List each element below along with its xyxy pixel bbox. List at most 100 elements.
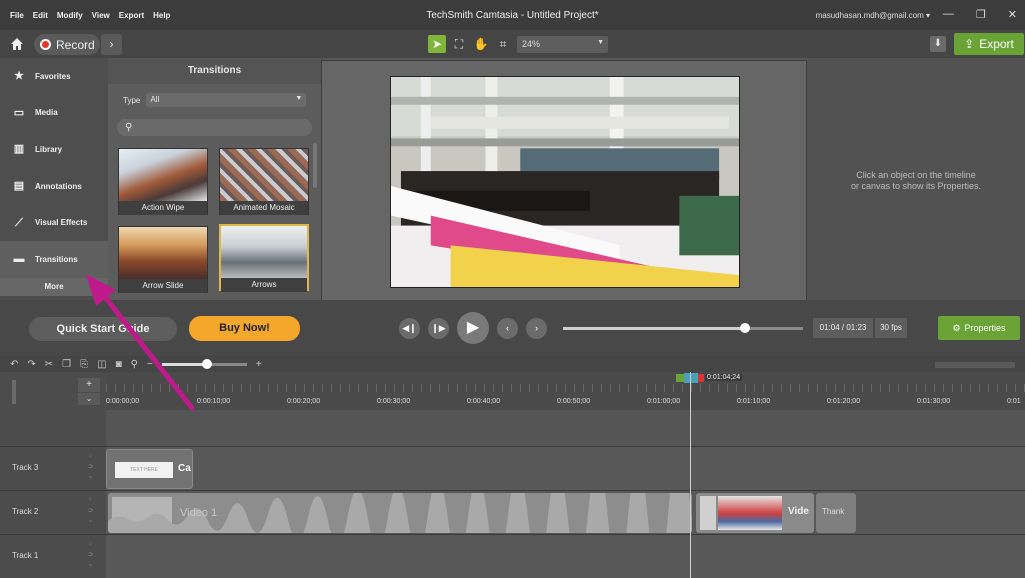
tick-label: 0:00:40;00 [467,398,501,405]
snapshot-icon[interactable]: ◙ [116,359,122,370]
menu-help[interactable]: Help [153,11,170,20]
menu-bar: File Edit Modify View Export Help [0,11,170,20]
timeline-zoom-slider[interactable] [161,358,247,369]
play-icon[interactable]: ▶ [457,312,489,344]
timeline-scroll-bar[interactable] [935,362,1015,368]
transition-thumb-arrows[interactable]: Arrows [219,224,309,292]
menu-file[interactable]: File [10,11,24,20]
step-forward-icon[interactable]: ❙▶ [428,318,449,339]
playhead-handle[interactable] [684,373,698,383]
panel-scrollbar[interactable] [313,143,317,188]
video-preview[interactable] [390,76,740,288]
title-bar: File Edit Modify View Export Help TechSm… [0,0,1025,30]
copy-icon[interactable]: ❐ [62,359,71,370]
sidebar-item-label: Media [35,108,58,118]
track-size-slider[interactable] [12,380,16,404]
more-button[interactable]: More [0,277,108,296]
menu-view[interactable]: View [92,11,110,20]
split-icon[interactable]: ◫ [97,359,106,370]
pan-tool-icon[interactable]: ✋ [472,35,490,53]
export-label: Export [979,37,1014,51]
buy-now-button[interactable]: Buy Now! [189,316,300,341]
playhead-out-marker[interactable] [698,374,704,382]
playhead-line[interactable] [690,372,691,578]
type-filter: Type All ▼ [123,93,307,107]
track-header: Track 2 ◌ ⊃ ▫ [0,490,106,534]
callout-thumb: TEXT HERE [115,462,173,478]
track-lane[interactable]: TEXT HERE Ca [106,446,1025,490]
sidebar-item-transitions[interactable]: ▬ Transitions [0,240,108,278]
select-tool-icon[interactable]: ➤ [428,35,446,53]
fps-display[interactable]: 30 fps [875,318,907,338]
account-menu[interactable]: masudhasan.mdh@gmail.com ▾ [816,11,930,20]
close-icon[interactable]: ✕ [1008,8,1017,21]
track-lane[interactable] [106,534,1025,578]
track-controls[interactable]: ◌ ⊃ ▫ [88,539,93,572]
thank-you-clip[interactable]: Thank [816,493,856,533]
callout-clip[interactable]: TEXT HERE Ca [106,449,193,489]
chevron-right-icon[interactable]: › [101,34,122,55]
previous-icon[interactable]: ‹ [497,318,518,339]
sidebar-item-media[interactable]: ▭ Media [0,95,108,132]
menu-export[interactable]: Export [119,11,144,20]
playback-controls: Quick Start Guide Buy Now! ◀❙ ❙▶ ▶ ‹ › 0… [0,300,1025,356]
home-icon[interactable] [10,37,24,51]
cut-icon[interactable]: ✂ [45,359,53,370]
paste-icon[interactable]: ⎘ [80,359,88,370]
crop-tool-icon[interactable]: ⌗ [494,35,512,53]
edit-tool-icon[interactable]: ⛶ [450,35,468,53]
timeline-toolbar: ↶ ↷ ✂ ❐ ⎘ ◫ ◙ ⚲ − + [0,356,1025,372]
restore-icon[interactable]: ❐ [976,8,986,21]
tick-label: 0:01:00;00 [647,398,681,405]
sidebar-item-label: Transitions [35,254,78,264]
timeline-zoom-fill [161,362,207,366]
menu-edit[interactable]: Edit [33,11,48,20]
properties-button[interactable]: ⚙ Properties [938,316,1020,340]
video-clip-2[interactable]: Vide [696,493,814,533]
track-controls[interactable]: ◌ ⊃ ▫ [88,495,93,528]
quick-start-guide-button[interactable]: Quick Start Guide [29,317,177,341]
zoom-search-icon[interactable]: ⚲ [131,359,138,370]
search-input[interactable]: ⚲ [117,119,312,136]
zoom-in-icon[interactable]: + [256,359,262,370]
sidebar-item-visual-effects[interactable]: ⟋ Visual Effects [0,204,108,241]
menu-modify[interactable]: Modify [57,11,83,20]
sidebar-item-label: Library [35,144,63,154]
properties-hint: Click an object on the timeline or canvas… [807,170,1025,192]
step-back-icon[interactable]: ◀❙ [399,318,420,339]
track-lane[interactable]: Video 1 Vide Thank [106,490,1025,534]
transition-thumb-animated-mosaic[interactable]: Animated Mosaic [219,148,309,215]
add-track-icon[interactable]: + [78,378,100,392]
transition-thumb-arrow-slide[interactable]: Arrow Slide [118,226,208,293]
minimize-icon[interactable]: — [943,8,954,21]
thumb-image [119,227,207,279]
playhead-in-marker[interactable] [676,374,684,382]
annotations-icon: ▤ [13,180,25,193]
sidebar-item-favorites[interactable]: ★ Favorites [0,58,108,95]
download-icon[interactable]: ⬇ [930,36,946,52]
export-button[interactable]: ⇪ Export [954,33,1024,55]
timeline-zoom-handle[interactable] [201,358,212,369]
transition-thumb-action-wipe[interactable]: Action Wipe [118,148,208,215]
properties-hint-line: Click an object on the timeline [856,170,976,180]
transitions-icon: ▬ [13,253,25,266]
zoom-select[interactable]: 24% ▼ [517,36,608,53]
tick-label: 0:00:20;00 [287,398,321,405]
type-select[interactable]: All ▼ [146,93,307,107]
sidebar-item-annotations[interactable]: ▤ Annotations [0,168,108,205]
chevron-down-icon[interactable]: ⌄ [78,393,100,405]
undo-icon[interactable]: ↶ [10,359,18,370]
scrub-bar[interactable] [563,323,803,333]
track-name: Track 1 [12,551,39,560]
zoom-out-icon[interactable]: − [147,359,153,370]
track-header: Track 1 ◌ ⊃ ▫ [0,534,106,578]
next-icon[interactable]: › [526,318,547,339]
redo-icon[interactable]: ↷ [27,359,35,370]
gear-icon: ⚙ [952,322,961,333]
scrub-handle[interactable] [740,323,751,333]
tick-label: 0:01:20;00 [827,398,861,405]
sidebar-item-library[interactable]: ▥ Library [0,131,108,168]
timeline-ruler[interactable]: 0:00:00;00 0:00:10;00 0:00:20;00 0:00:30… [106,372,1025,410]
track-controls[interactable]: ◌ ⊃ ▫ [88,451,93,484]
record-button[interactable]: Record [34,34,100,55]
